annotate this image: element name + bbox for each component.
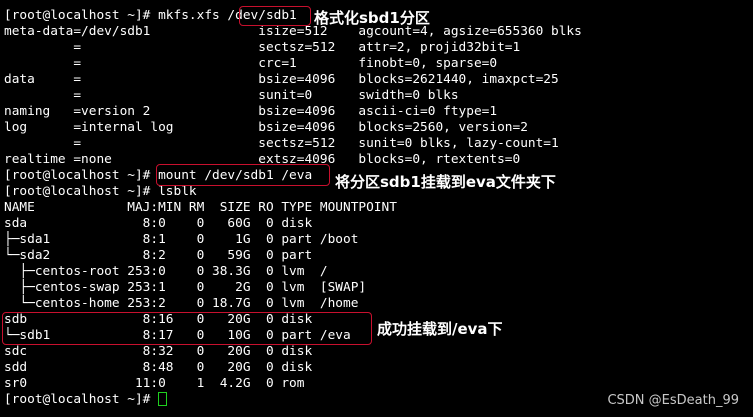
terminal-line: = crc=1 finobt=0, sparse=0 xyxy=(4,56,498,71)
terminal-line: NAME MAJ:MIN RM SIZE RO TYPE MOUNTPOINT xyxy=(4,200,397,215)
terminal-line: = sectsz=512 attr=2, projid32bit=1 xyxy=(4,40,521,55)
terminal-line: sdc 8:32 0 20G 0 disk xyxy=(4,344,313,359)
highlight-box-sdb xyxy=(2,312,372,345)
terminal-line: └─centos-home 253:2 0 18.7G 0 lvm /home xyxy=(4,296,359,311)
terminal-line: └─sda2 8:2 0 59G 0 part xyxy=(4,248,313,263)
highlight-box-mkfs xyxy=(239,6,311,26)
terminal-prompt-line[interactable]: [root@localhost ~]# xyxy=(4,392,582,408)
watermark: CSDN @EsDeath_99 xyxy=(607,393,739,408)
terminal-line: ├─sda1 8:1 0 1G 0 part /boot xyxy=(4,232,359,247)
terminal-line: = sectsz=512 sunit=0 blks, lazy-count=1 xyxy=(4,136,559,151)
terminal-line: sdd 8:48 0 20G 0 disk xyxy=(4,360,313,375)
terminal-line: sr0 11:0 1 4.2G 0 rom xyxy=(4,376,305,391)
terminal-prompt: [root@localhost ~]# xyxy=(4,392,159,407)
annotation-mount: 将分区sdb1挂载到eva文件夹下 xyxy=(335,173,556,191)
terminal-line: ├─centos-swap 253:1 0 2G 0 lvm [SWAP] xyxy=(4,280,367,295)
terminal-line: = sunit=0 swidth=0 blks xyxy=(4,88,459,103)
terminal-line: naming =version 2 bsize=4096 ascii-ci=0 … xyxy=(4,104,498,119)
terminal-cursor xyxy=(158,392,168,406)
terminal-line: sda 8:0 0 60G 0 disk xyxy=(4,216,313,231)
terminal-line: meta-data=/dev/sdb1 isize=512 agcount=4,… xyxy=(4,24,582,39)
terminal-output[interactable]: [root@localhost ~]# mkfs.xfs /dev/sdb1 m… xyxy=(4,8,582,408)
terminal-line: data = bsize=4096 blocks=2621440, imaxpc… xyxy=(4,72,559,87)
annotation-success: 成功挂载到/eva下 xyxy=(377,320,503,338)
highlight-box-mount xyxy=(156,164,330,186)
terminal-line: ├─centos-root 253:0 0 38.3G 0 lvm / xyxy=(4,264,328,279)
terminal-line: log =internal log bsize=4096 blocks=2560… xyxy=(4,120,528,135)
annotation-format: 格式化sbd1分区 xyxy=(314,9,430,27)
